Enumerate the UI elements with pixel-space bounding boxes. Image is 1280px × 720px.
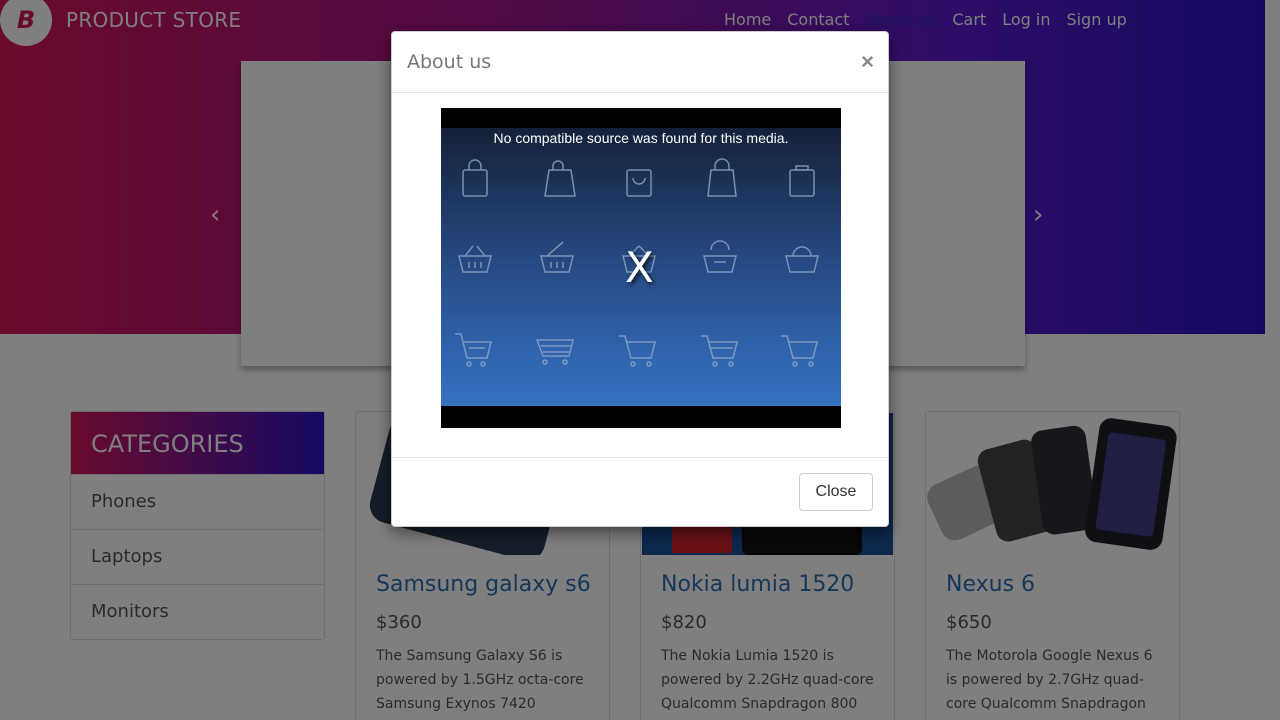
video-error-message: No compatible source was found for this … — [493, 130, 789, 146]
close-icon[interactable]: × — [861, 49, 874, 75]
modal-title: About us — [407, 51, 492, 73]
modal-footer: Close — [392, 457, 888, 526]
modal-header: About us × — [392, 32, 888, 93]
video-error-icon: X — [625, 243, 654, 292]
about-us-modal: About us × No compatible source was foun… — [391, 31, 889, 527]
close-button[interactable]: Close — [799, 473, 873, 511]
video-player[interactable]: No compatible source was found for this … — [441, 108, 841, 428]
